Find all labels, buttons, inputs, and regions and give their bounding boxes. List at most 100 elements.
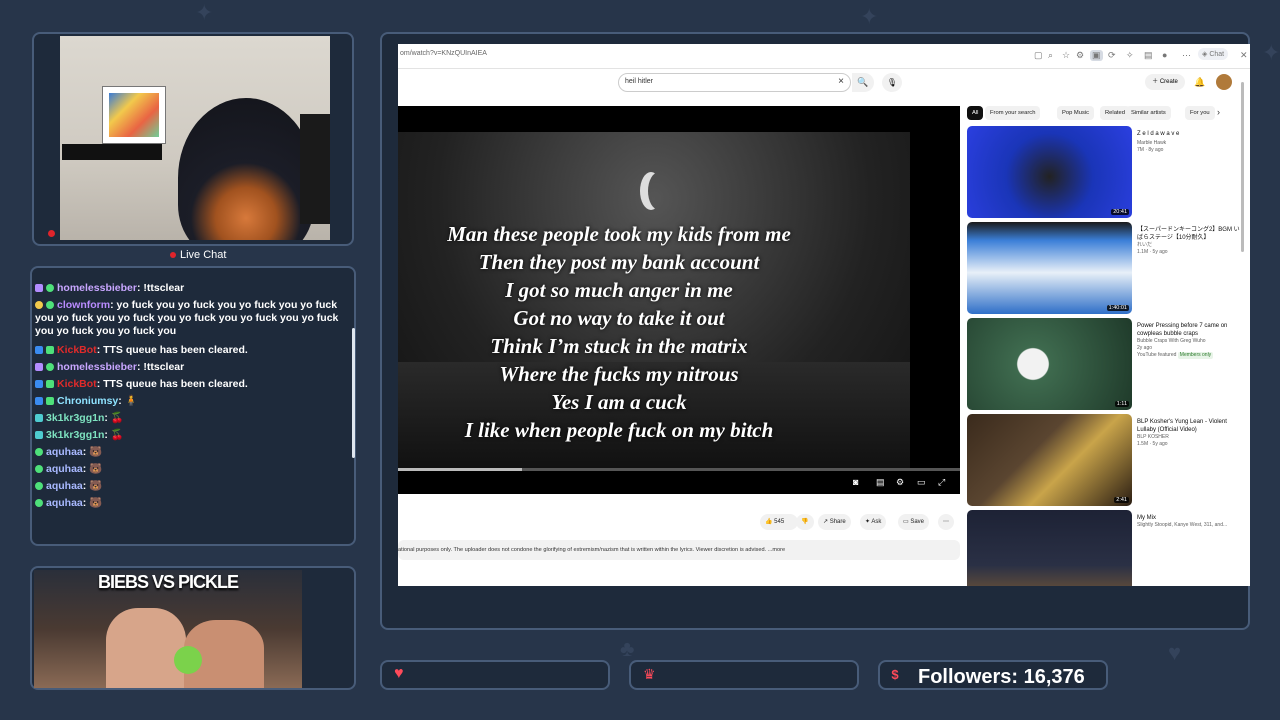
members-only-badge: Members only	[1177, 352, 1214, 359]
emote-icon: 🍒	[110, 412, 124, 424]
search-input[interactable]: heil hitler ×	[618, 73, 851, 92]
emote-icon: 🐻	[89, 480, 103, 492]
recommendation-item[interactable]: 20:41 Z e l d a w a v e Marble Hawk 7M ·…	[967, 126, 1247, 218]
notifications-bell-icon[interactable]: 🔔	[1194, 77, 1205, 88]
crown-bar: ♛	[629, 660, 859, 690]
video-thumbnail[interactable]: 1:11	[967, 318, 1132, 410]
chat-message: aquhaa: 🐻	[35, 497, 345, 510]
chat-message: 3k1kr3gg1n: 🍒	[35, 429, 345, 442]
save-icon: ▭	[903, 519, 909, 525]
fight-image: BIEBS VS PICKLE	[34, 570, 302, 688]
copilot-icon: ◈	[1202, 51, 1208, 58]
plus-icon: ＋	[1152, 79, 1159, 85]
chair	[300, 114, 330, 224]
live-indicator-icon	[48, 230, 55, 237]
autoplay-icon[interactable]: ◙	[853, 477, 858, 487]
save-button[interactable]: ▭ Save	[898, 514, 930, 530]
recommendation-item[interactable]: My Mix Slightly Stoopid, Kanye West, 311…	[967, 510, 1247, 586]
copilot-chat-button[interactable]: ◈ Chat	[1198, 48, 1229, 60]
progress-fill	[398, 468, 522, 471]
video-thumbnail[interactable]: 20:41	[967, 126, 1132, 218]
followers-bar: $ Followers: 16,376	[878, 660, 1108, 690]
person-head	[178, 98, 314, 240]
mic-icon: 🎙	[886, 78, 898, 87]
browser-panel: om/watch?v=KNzQUInAIEA ▢ ⌕ ☆ ⚙ ▣ ⟳ ✧ ▤ ●…	[380, 32, 1250, 630]
search-button[interactable]: 🔍	[852, 73, 874, 92]
address-bar[interactable]: om/watch?v=KNzQUInAIEA ▢ ⌕ ☆ ⚙ ▣ ⟳ ✧ ▤ ●…	[398, 44, 1250, 69]
emote-icon: 🐻	[89, 463, 103, 475]
menu-dots-icon[interactable]: ⋯	[1182, 50, 1191, 61]
like-button[interactable]: 👍 545	[760, 514, 798, 530]
settings-gear-icon[interactable]: ⚙	[896, 477, 904, 488]
chat-message: KickBot: TTS queue has been cleared.	[35, 344, 345, 357]
active-extension-icon[interactable]: ▣	[1090, 50, 1103, 61]
video-thumbnail[interactable]	[967, 510, 1132, 586]
green-overlay	[174, 646, 202, 674]
dislike-button[interactable]: 👎	[796, 514, 814, 530]
description-box[interactable]: ational purposes only. The uploader does…	[398, 540, 960, 560]
crown-icon: ♛	[643, 666, 656, 682]
chat-scrollbar[interactable]	[352, 328, 355, 458]
star-deco-icon: ✦	[195, 0, 214, 25]
chat-message: 3k1kr3gg1n: 🍒	[35, 412, 345, 425]
page-scrollbar[interactable]	[1241, 82, 1244, 252]
reader-icon[interactable]: ▢	[1034, 50, 1043, 61]
star-deco-icon: ✦	[860, 4, 879, 29]
video-player[interactable]: Man these people took my kids from me Th…	[398, 106, 960, 494]
chip-for-you[interactable]: For you	[1185, 106, 1215, 120]
biebs-vs-pickle-panel: BIEBS VS PICKLE	[30, 566, 356, 690]
star-deco-icon: ✦	[1262, 40, 1280, 65]
video-thumbnail[interactable]: 1:40:01	[967, 222, 1132, 314]
chip-all[interactable]: All	[967, 106, 984, 120]
hearts-bar: ♥	[380, 660, 610, 690]
club-deco-icon: ♣	[620, 636, 635, 661]
recommendation-item[interactable]: 2:41 BLP Kosher's Yung Lean - Violent Lu…	[967, 414, 1247, 506]
more-actions-button[interactable]: ⋯	[938, 514, 954, 530]
chat-message: homelessbieber: !ttsclear	[35, 361, 345, 374]
refresh-icon[interactable]: ⟳	[1108, 50, 1116, 61]
heart-deco-icon: ♥	[1168, 640, 1182, 665]
profile-icon[interactable]: ●	[1162, 50, 1167, 60]
youtube-topbar: heil hitler × 🔍 🎙 ＋ Create 🔔	[398, 68, 1250, 100]
zoom-icon[interactable]: ⌕	[1048, 50, 1053, 61]
sparkle-icon: ✦	[865, 519, 871, 525]
moon	[648, 172, 670, 210]
chip-similar-artists[interactable]: Similar artists	[1126, 106, 1171, 120]
extensions-icon[interactable]: ⚙	[1076, 50, 1084, 61]
chat-message: clownform: yo fuck you yo fuck you yo fu…	[35, 299, 339, 337]
lyrics-text: Man these people took my kids from me Th…	[447, 222, 791, 442]
video-thumbnail[interactable]: 2:41	[967, 414, 1132, 506]
close-tab-icon[interactable]: ✕	[1240, 50, 1248, 61]
avatar[interactable]	[1216, 74, 1232, 90]
theater-mode-icon[interactable]: ▭	[917, 477, 926, 488]
chat-message: KickBot: TTS queue has been cleared.	[35, 378, 345, 391]
progress-bar[interactable]	[398, 468, 960, 471]
webcam-feed	[60, 36, 330, 240]
share-button[interactable]: ↗ Share	[818, 514, 851, 530]
fighter-left	[106, 608, 186, 688]
clear-search-icon[interactable]: ×	[838, 76, 844, 87]
create-button[interactable]: ＋ Create	[1145, 74, 1185, 90]
chat-message: aquhaa: 🐻	[35, 463, 345, 476]
ask-button[interactable]: ✦ Ask	[860, 514, 887, 530]
chip-pop-music[interactable]: Pop Music	[1057, 106, 1095, 120]
subtitles-icon[interactable]: ▤	[876, 477, 885, 488]
thumbs-up-icon: 👍	[765, 519, 773, 525]
webcam-panel	[32, 32, 354, 246]
emote-icon: 🐻	[89, 446, 103, 458]
puzzle-icon[interactable]: ✧	[1126, 50, 1134, 61]
voice-search-button[interactable]: 🎙	[882, 73, 902, 92]
emote-icon: 🧍	[124, 395, 138, 407]
bookmark-star-icon[interactable]: ☆	[1062, 50, 1070, 61]
collections-icon[interactable]: ▤	[1144, 50, 1153, 61]
chip-from-your-search[interactable]: From your search	[985, 106, 1041, 120]
wall-painting	[102, 86, 166, 144]
chat-panel: homelessbieber: !ttsclear clownform: yo …	[30, 266, 356, 546]
chat-message: aquhaa: 🐻	[35, 480, 345, 493]
emote-icon: 🐻	[89, 497, 103, 509]
chevron-right-icon[interactable]: ›	[1217, 107, 1220, 117]
fullscreen-icon[interactable]: ⤢	[938, 477, 945, 488]
recommendation-item[interactable]: 1:40:01 【スーパードンキーコング2】BGM いばらステージ【10分耐久】…	[967, 222, 1247, 314]
video-frame[interactable]: Man these people took my kids from me Th…	[398, 132, 910, 468]
recommendation-item[interactable]: 1:11 Power Pressing before 7 came on cow…	[967, 318, 1247, 410]
